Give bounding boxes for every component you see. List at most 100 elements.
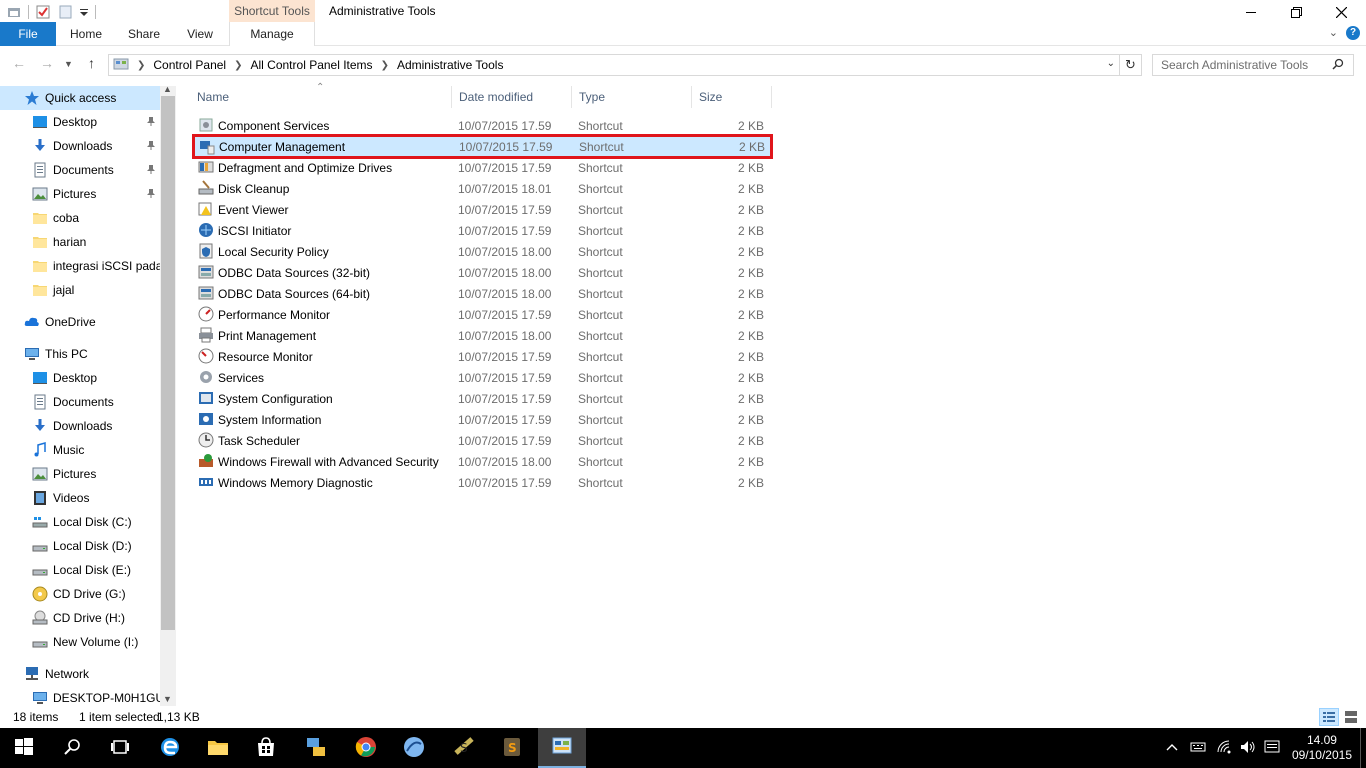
breadcrumb-separator[interactable]: ❯ [381,60,389,71]
customize-toolbar-icon[interactable] [79,4,89,20]
file-row[interactable]: Windows Firewall with Advanced Security 1… [192,451,772,472]
sidebar-item-cd-drive-h[interactable]: CD Drive (H:) [0,606,160,630]
sidebar-item-harian[interactable]: harian [0,230,160,254]
taskbar-edge-button[interactable] [146,728,194,768]
column-header-size[interactable]: Size [692,86,772,108]
sidebar-item-quick-access[interactable]: Quick access [0,86,160,110]
pin-icon[interactable] [146,116,156,129]
forward-button[interactable]: → [40,55,54,71]
new-folder-icon[interactable] [57,4,73,20]
nav-scrollbar[interactable]: ▲ ▼ [160,84,176,706]
file-row[interactable]: Print Management 10/07/2015 18.00 Shortcut… [192,325,772,346]
wifi-icon[interactable] [1216,740,1232,757]
taskbar-file-explorer-button[interactable] [194,728,242,768]
refresh-button[interactable]: ↻ [1120,54,1142,76]
minimize-button[interactable] [1228,0,1274,24]
search-icon[interactable] [1332,58,1344,73]
sidebar-item-pictures[interactable]: Pictures [0,182,160,206]
volume-icon[interactable] [1240,740,1256,757]
taskbar-task-view-button[interactable] [96,728,144,768]
file-row[interactable]: Local Security Policy 10/07/2015 18.00 Sho… [192,241,772,262]
scroll-down-icon[interactable]: ▼ [163,694,172,704]
sidebar-item-local-disk-e[interactable]: Local Disk (E:) [0,558,160,582]
column-header-date[interactable]: Date modified [452,86,572,108]
sidebar-item-integrasi-iscsi-pada[interactable]: integrasi iSCSI pada [0,254,162,278]
address-bar[interactable]: ❯ Control Panel ❯ All Control Panel Item… [108,54,1120,76]
sidebar-item-local-disk-d[interactable]: Local Disk (D:) [0,534,160,558]
sidebar-item-local-disk-c[interactable]: Local Disk (C:) [0,510,160,534]
keyboard-icon[interactable] [1190,741,1206,756]
sidebar-item-desktop[interactable]: Desktop [0,366,160,390]
back-button[interactable]: ← [12,55,26,71]
file-row[interactable]: Disk Cleanup 10/07/2015 18.01 Shortcut 2 KB [192,178,772,199]
sidebar-item-downloads[interactable]: Downloads [0,134,160,158]
sidebar-item-documents[interactable]: Documents [0,158,160,182]
file-row[interactable]: Resource Monitor 10/07/2015 17.59 Shortcut… [192,346,772,367]
show-hidden-icons-icon[interactable] [1166,741,1178,755]
sidebar-item-onedrive[interactable]: OneDrive [0,310,160,334]
breadcrumb-all-items[interactable]: All Control Panel Items [251,58,373,72]
properties-icon[interactable] [35,4,51,20]
pin-icon[interactable] [146,188,156,201]
sidebar-item-coba[interactable]: coba [0,206,160,230]
sidebar-item-network[interactable]: Network [0,662,160,686]
pin-icon[interactable] [146,140,156,153]
sidebar-item-documents[interactable]: Documents [0,390,160,414]
breadcrumb-separator[interactable]: ❯ [234,60,242,71]
taskbar-chrome-button[interactable] [342,728,390,768]
file-row[interactable]: System Configuration 10/07/2015 17.59 Shor… [192,388,772,409]
close-button[interactable] [1318,0,1364,24]
taskbar-gnutella-app-button[interactable]: S [440,728,488,768]
up-button[interactable]: ↑ [88,55,95,71]
file-row[interactable]: Component Services 10/07/2015 17.59 Shortc… [192,115,772,136]
taskbar-start-button[interactable] [0,728,48,768]
sidebar-item-videos[interactable]: Videos [0,486,160,510]
recent-locations-icon[interactable]: ▼ [64,59,73,69]
help-icon[interactable]: ? [1346,26,1360,40]
tab-manage[interactable]: Manage [229,22,315,46]
file-row[interactable]: System Information 10/07/2015 17.59 Shortc… [192,409,772,430]
taskbar-control-panel-button[interactable] [538,728,586,768]
tab-share[interactable]: Share [118,22,170,46]
taskbar-browser-app-button[interactable] [390,728,438,768]
sidebar-item-downloads[interactable]: Downloads [0,414,160,438]
sidebar-item-pictures[interactable]: Pictures [0,462,160,486]
folder-app-icon[interactable] [6,4,22,20]
file-row[interactable]: Services 10/07/2015 17.59 Shortcut 2 KB [192,367,772,388]
sidebar-item-jajal[interactable]: jajal [0,278,160,302]
sidebar-item-this-pc[interactable]: This PC [0,342,160,366]
file-row[interactable]: ODBC Data Sources (32-bit) 10/07/2015 18.… [192,262,772,283]
expand-ribbon-icon[interactable]: ⌄ [1329,26,1338,39]
sidebar-item-new-volume-i[interactable]: New Volume (I:) [0,630,160,654]
tab-home[interactable]: Home [60,22,112,46]
pin-icon[interactable] [146,164,156,177]
file-row[interactable]: Performance Monitor 10/07/2015 17.59 Short… [192,304,772,325]
scroll-up-icon[interactable]: ▲ [163,84,172,94]
taskbar-store-button[interactable] [242,728,290,768]
file-row[interactable]: Windows Memory Diagnostic 10/07/2015 17.5… [192,472,772,493]
file-row[interactable]: Defragment and Optimize Drives 10/07/2015… [192,157,772,178]
tab-file[interactable]: File [0,22,56,46]
sidebar-item-music[interactable]: Music [0,438,160,462]
file-row[interactable]: Event Viewer 10/07/2015 17.59 Shortcut 2 KB [192,199,772,220]
sidebar-item-desktop[interactable]: Desktop [0,110,160,134]
sidebar-item-desktop-m0h1gui[interactable]: DESKTOP-M0H1GUI [0,686,167,708]
breadcrumb-administrative-tools[interactable]: Administrative Tools [397,58,504,72]
file-row[interactable]: iSCSI Initiator 10/07/2015 17.59 Shortcut 2… [192,220,772,241]
file-row[interactable]: ODBC Data Sources (64-bit) 10/07/2015 18.… [192,283,772,304]
show-desktop-button[interactable] [1360,728,1366,768]
taskbar-clock[interactable]: 14.09 09/10/2015 [1292,733,1352,763]
action-center-icon[interactable] [1264,740,1280,757]
tab-view[interactable]: View [174,22,226,46]
details-view-button[interactable] [1319,708,1339,726]
breadcrumb-control-panel[interactable]: Control Panel [153,58,226,72]
address-dropdown-icon[interactable]: ⌄ [1107,58,1115,69]
column-header-name[interactable]: Name [190,86,452,108]
scrollbar-thumb[interactable] [161,96,175,630]
sidebar-item-cd-drive-g[interactable]: CD Drive (G:) [0,582,160,606]
taskbar-search-button[interactable] [48,728,96,768]
search-input[interactable]: Search Administrative Tools [1152,54,1354,76]
large-icons-view-button[interactable] [1341,708,1361,726]
file-row[interactable]: Computer Management 10/07/2015 17.59 Short… [192,136,772,157]
file-row[interactable]: Task Scheduler 10/07/2015 17.59 Shortcut 2 … [192,430,772,451]
